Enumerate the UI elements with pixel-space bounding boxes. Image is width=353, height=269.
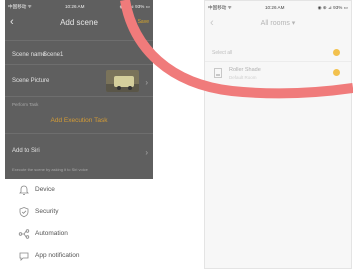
add-scene-screen: 中国移动 ᯤ 10:26 AM ◉ ⊕ ⊿ 93% ▭ ‹ Add scene … — [5, 0, 153, 269]
scene-picture-label: Scene Picture — [12, 78, 50, 84]
automation-icon — [18, 229, 30, 239]
notification-icon — [19, 252, 29, 261]
status-bar: 中国移动 ᯤ 10:26 AM ◉ ⊕ ⊿ 93% ▭ — [5, 0, 153, 12]
status-battery: ◉ ⊕ ⊿ 93% ▭ — [317, 5, 348, 10]
status-time: 10:26 AM — [265, 5, 285, 10]
page-title: Add scene — [60, 18, 98, 27]
status-time: 10:26 AM — [65, 4, 85, 9]
save-button[interactable]: Save — [138, 19, 149, 25]
add-execution-task-button[interactable]: Add Execution Task — [5, 117, 153, 124]
device-room: Default Room — [229, 75, 257, 80]
nav-bar: ‹ All rooms ▾ — [205, 13, 351, 35]
sheet-item-device[interactable]: Device — [5, 180, 153, 200]
chevron-right-icon: › — [145, 148, 148, 157]
add-to-siri-label: Add to Siri — [12, 148, 40, 154]
status-bar: 中国移动 ᯤ 10:26 AM ◉ ⊕ ⊿ 93% ▭ — [205, 1, 351, 13]
sheet-item-label: App notification — [35, 252, 80, 259]
sheet-item-app-notification[interactable]: App notification — [5, 246, 153, 266]
device-name: Roller Shade — [229, 67, 261, 73]
divider — [5, 64, 153, 65]
sheet-item-label: Security — [35, 208, 59, 215]
security-icon — [19, 207, 29, 218]
action-sheet: Device Security Automation App notificat… — [5, 179, 153, 269]
status-carrier: 中国移动 ᯤ — [208, 5, 232, 10]
select-all-label[interactable]: Select all — [212, 50, 232, 56]
sheet-item-label: Automation — [35, 230, 68, 237]
status-battery: ◉ ⊕ ⊿ 93% ▭ — [119, 4, 150, 9]
nav-bar: ‹ Add scene Save — [5, 12, 153, 34]
device-checkbox[interactable] — [333, 69, 340, 76]
perform-task-header: Perform Task — [12, 102, 39, 107]
status-carrier: 中国移动 ᯤ — [8, 4, 32, 9]
select-device-screen: 中国移动 ᯤ 10:26 AM ◉ ⊕ ⊿ 93% ▭ ‹ All rooms … — [204, 0, 352, 269]
room-filter-dropdown[interactable]: All rooms ▾ — [205, 19, 351, 27]
scene-picture-thumbnail[interactable] — [106, 70, 139, 92]
device-icon — [19, 185, 29, 195]
siri-hint: Execute the scene by asking it to Siri v… — [12, 167, 88, 172]
roller-shade-icon — [214, 68, 222, 78]
chevron-right-icon: › — [145, 78, 148, 87]
sheet-item-security[interactable]: Security — [5, 202, 153, 222]
scene-name-label: Scene name — [12, 52, 46, 58]
divider — [5, 133, 153, 134]
divider — [5, 96, 153, 97]
scene-name-input[interactable]: Scene1 — [43, 52, 63, 58]
divider — [205, 61, 351, 62]
sheet-item-automation[interactable]: Automation — [5, 224, 153, 244]
divider — [5, 40, 153, 41]
sheet-item-label: Device — [35, 186, 55, 193]
select-all-checkbox[interactable] — [333, 49, 340, 56]
